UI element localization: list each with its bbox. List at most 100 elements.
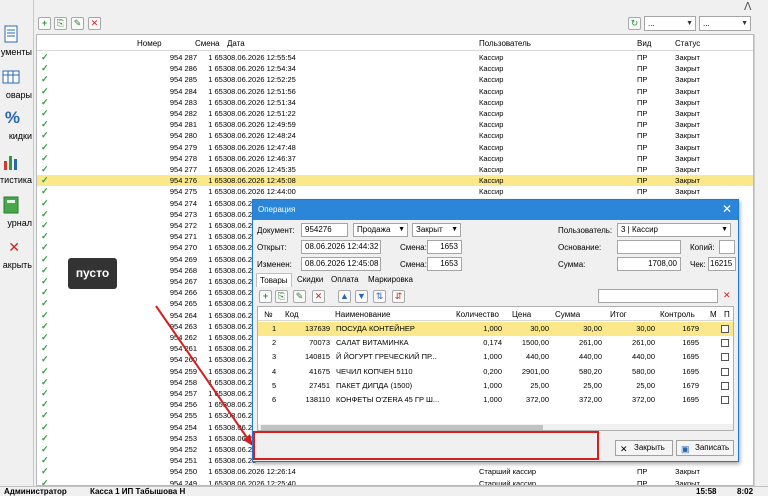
column-header-qty[interactable]: Количество <box>456 310 499 319</box>
item-cell-qty: 1,000 <box>483 352 502 362</box>
operation-type-value: Продажа <box>357 225 391 234</box>
check-field[interactable]: 16215 <box>708 257 736 271</box>
user-select[interactable]: 3 | Кассир ▼ <box>617 223 731 237</box>
clear-search-icon[interactable]: ✕ <box>723 290 731 301</box>
item-row[interactable]: 5 27451 ПАКЕТ ДИПДА (1500) 1,000 25,00 25,00 2… <box>258 379 733 393</box>
item-cell-sum: 25,00 <box>583 380 602 390</box>
operation-dialog: Операция ✕ Документ: 954276 Продажа ▼ Зак… <box>252 199 739 462</box>
item-edit-button[interactable]: ✎ <box>293 290 306 303</box>
sort-desc-button[interactable]: ⇵ <box>392 290 405 303</box>
item-add-button[interactable]: + <box>259 290 272 303</box>
column-header-p[interactable]: П <box>724 310 730 319</box>
item-cell-code: 70073 <box>309 338 330 348</box>
item-cell-sum: 580,20 <box>579 366 602 376</box>
column-header-price[interactable]: Цена <box>512 310 531 319</box>
document-field[interactable]: 954276 <box>301 223 348 237</box>
move-up-button[interactable]: ▲ <box>338 290 351 303</box>
tab-marking[interactable]: Маркировка <box>365 273 416 286</box>
item-cell-n: 3 <box>272 352 277 362</box>
item-checkbox[interactable] <box>721 339 729 348</box>
save-button[interactable]: ▣ Записать <box>676 440 734 456</box>
item-checkbox[interactable] <box>721 367 729 376</box>
item-cell-sum: 372,00 <box>579 395 602 404</box>
dialog-title-bar[interactable]: Операция ✕ <box>253 200 738 220</box>
item-row[interactable]: 4 41675 ЧЕЧИЛ КОПЧЕН 5110 0,200 2901,00 580,2… <box>258 365 733 379</box>
item-checkbox[interactable] <box>721 353 729 362</box>
item-cell-qty: 0,200 <box>483 366 502 376</box>
column-header-name[interactable]: Наименование <box>335 310 390 319</box>
item-cell-code: 41675 <box>309 366 330 376</box>
status-bar: Администратор Касса 1 ИП Табышова Н 15:5… <box>0 486 768 496</box>
shift2-field[interactable]: 1653 <box>427 257 462 271</box>
column-header-m[interactable]: М <box>710 310 717 319</box>
item-checkbox[interactable] <box>721 396 729 404</box>
tab-goods[interactable]: Товары <box>256 273 292 287</box>
status-cashbox: Касса 1 ИП Табышова Н <box>90 487 186 496</box>
operation-status-select[interactable]: Закрыт ▼ <box>412 223 461 237</box>
document-label: Документ: <box>257 226 295 235</box>
copies-field[interactable] <box>719 240 735 254</box>
scrollbar-thumb[interactable] <box>261 425 543 430</box>
save-icon: ▣ <box>681 444 690 454</box>
item-cell-name: ЧЕЧИЛ КОПЧЕН 5110 <box>336 366 413 376</box>
item-cell-price: 440,00 <box>526 352 549 362</box>
item-cell-price: 2901,00 <box>521 366 549 376</box>
item-checkbox[interactable] <box>721 325 729 333</box>
item-cell-price: 25,00 <box>530 380 549 390</box>
basis-field[interactable] <box>617 240 681 254</box>
basis-label: Основание: <box>558 243 602 252</box>
column-header-sum[interactable]: Сумма <box>555 310 580 319</box>
item-cell-total: 261,00 <box>632 338 655 348</box>
opened-field[interactable]: 08.06.2026 12:44:32 <box>301 240 381 254</box>
status-extra: 8:02 <box>737 487 754 496</box>
column-header-code[interactable]: Код <box>285 310 299 319</box>
operation-type-select[interactable]: Продажа ▼ <box>353 223 408 237</box>
item-cell-control: 1695 <box>682 395 699 404</box>
sort-button[interactable]: ⇅ <box>373 290 386 303</box>
tab-discounts[interactable]: Скидки <box>294 273 326 286</box>
user-label: Пользователь: <box>558 226 613 235</box>
shift-field[interactable]: 1653 <box>427 240 462 254</box>
changed-field[interactable]: 08.06.2026 12:45:08 <box>301 257 381 271</box>
check-label: Чек: <box>690 260 706 269</box>
item-cell-name: КОНФЕТЫ O'ZERA 45 ГР Ш... <box>336 395 440 404</box>
horizontal-scrollbar[interactable] <box>258 424 733 430</box>
item-cell-name: Й ЙОГУРТ ГРЕЧЕСКИЙ ПР... <box>336 352 437 362</box>
move-down-button[interactable]: ▼ <box>355 290 368 303</box>
close-button[interactable]: ✕ Закрыть <box>615 440 673 456</box>
column-header-total[interactable]: Итог <box>610 310 627 319</box>
item-cell-qty: 1,000 <box>483 395 502 404</box>
item-cell-code: 138110 <box>305 395 330 404</box>
tab-payment[interactable]: Оплата <box>328 273 362 286</box>
status-user: Администратор <box>4 487 67 496</box>
opened-label: Открыт: <box>257 243 287 252</box>
item-cell-control: 1695 <box>682 352 699 362</box>
sum-field[interactable]: 1708,00 <box>617 257 681 271</box>
column-header-control[interactable]: Контроль <box>660 310 695 319</box>
close-icon[interactable]: ✕ <box>722 202 732 216</box>
item-copy-button[interactable]: ⎘ <box>275 290 288 303</box>
highlight-box <box>253 431 599 460</box>
item-row[interactable]: 1 137639 ПОСУДА КОНТЕЙНЕР 1,000 30,00 30,00 30… <box>258 322 733 336</box>
sum-label: Сумма: <box>558 260 586 269</box>
items-search-input[interactable] <box>598 289 718 303</box>
item-cell-total: 25,00 <box>636 380 655 390</box>
item-row[interactable]: 2 70073 САЛАТ ВИТАМИНКА 0,174 1500,00 261,00 2… <box>258 336 733 350</box>
item-row[interactable]: 6 138110 КОНФЕТЫ O'ZERA 45 ГР Ш... 1,000 372… <box>258 393 733 407</box>
item-cell-price: 30,00 <box>530 324 549 333</box>
item-cell-control: 1679 <box>682 324 699 333</box>
item-cell-name: САЛАТ ВИТАМИНКА <box>336 338 409 348</box>
save-button-label: Записать <box>695 443 730 452</box>
item-checkbox[interactable] <box>721 381 729 390</box>
chevron-down-icon: ▼ <box>721 226 728 233</box>
user-value: 3 | Кассир <box>621 225 658 234</box>
column-header-n[interactable]: № <box>264 310 273 319</box>
item-row[interactable]: 3 140815 Й ЙОГУРТ ГРЕЧЕСКИЙ ПР... 1,000 440,… <box>258 350 733 364</box>
items-table[interactable]: № Код Наименование Количество Цена Сумма… <box>257 306 734 431</box>
chevron-down-icon: ▼ <box>451 226 458 233</box>
item-delete-button[interactable]: ✕ <box>312 290 325 303</box>
item-cell-total: 30,00 <box>636 324 655 333</box>
item-cell-sum: 440,00 <box>579 352 602 362</box>
item-cell-n: 2 <box>272 338 277 348</box>
chevron-down-icon: ▼ <box>398 226 405 233</box>
